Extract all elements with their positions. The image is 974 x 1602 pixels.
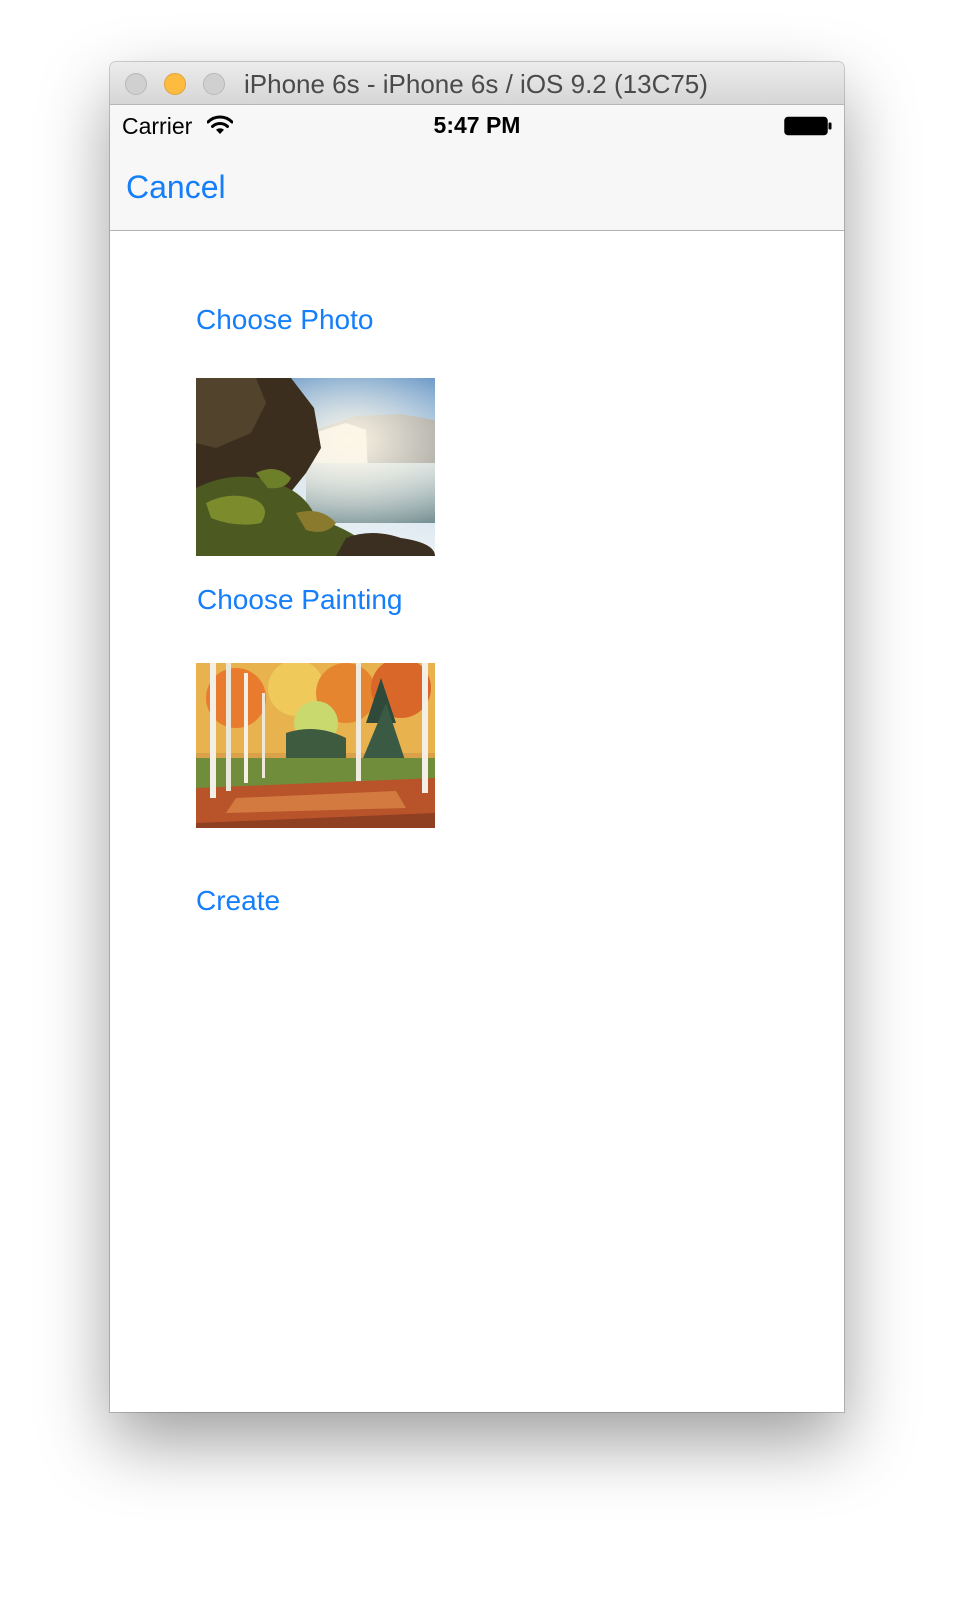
window-title: iPhone 6s - iPhone 6s / iOS 9.2 (13C75) [244, 69, 708, 99]
autumn-forest-painting-image [196, 663, 435, 828]
status-time: 5:47 PM [433, 112, 521, 138]
battery-icon [784, 116, 832, 136]
simulator-window: iPhone 6s - iPhone 6s / iOS 9.2 (13C75) … [110, 62, 844, 1412]
window-titlebar[interactable]: iPhone 6s - iPhone 6s / iOS 9.2 (13C75) [110, 62, 844, 105]
navigation-bar: Carrier 5:47 PM Cancel [110, 105, 844, 231]
choose-photo-button[interactable]: Choose Photo [196, 304, 373, 336]
minimize-window-button[interactable] [164, 73, 186, 95]
photo-thumbnail [196, 378, 435, 556]
cancel-button[interactable]: Cancel [126, 169, 226, 206]
waterfall-photo-image [196, 378, 435, 556]
choose-painting-button[interactable]: Choose Painting [197, 584, 402, 616]
painting-thumbnail [196, 663, 435, 828]
close-window-button[interactable] [125, 73, 147, 95]
zoom-window-button[interactable] [203, 73, 225, 95]
create-button[interactable]: Create [196, 885, 280, 917]
